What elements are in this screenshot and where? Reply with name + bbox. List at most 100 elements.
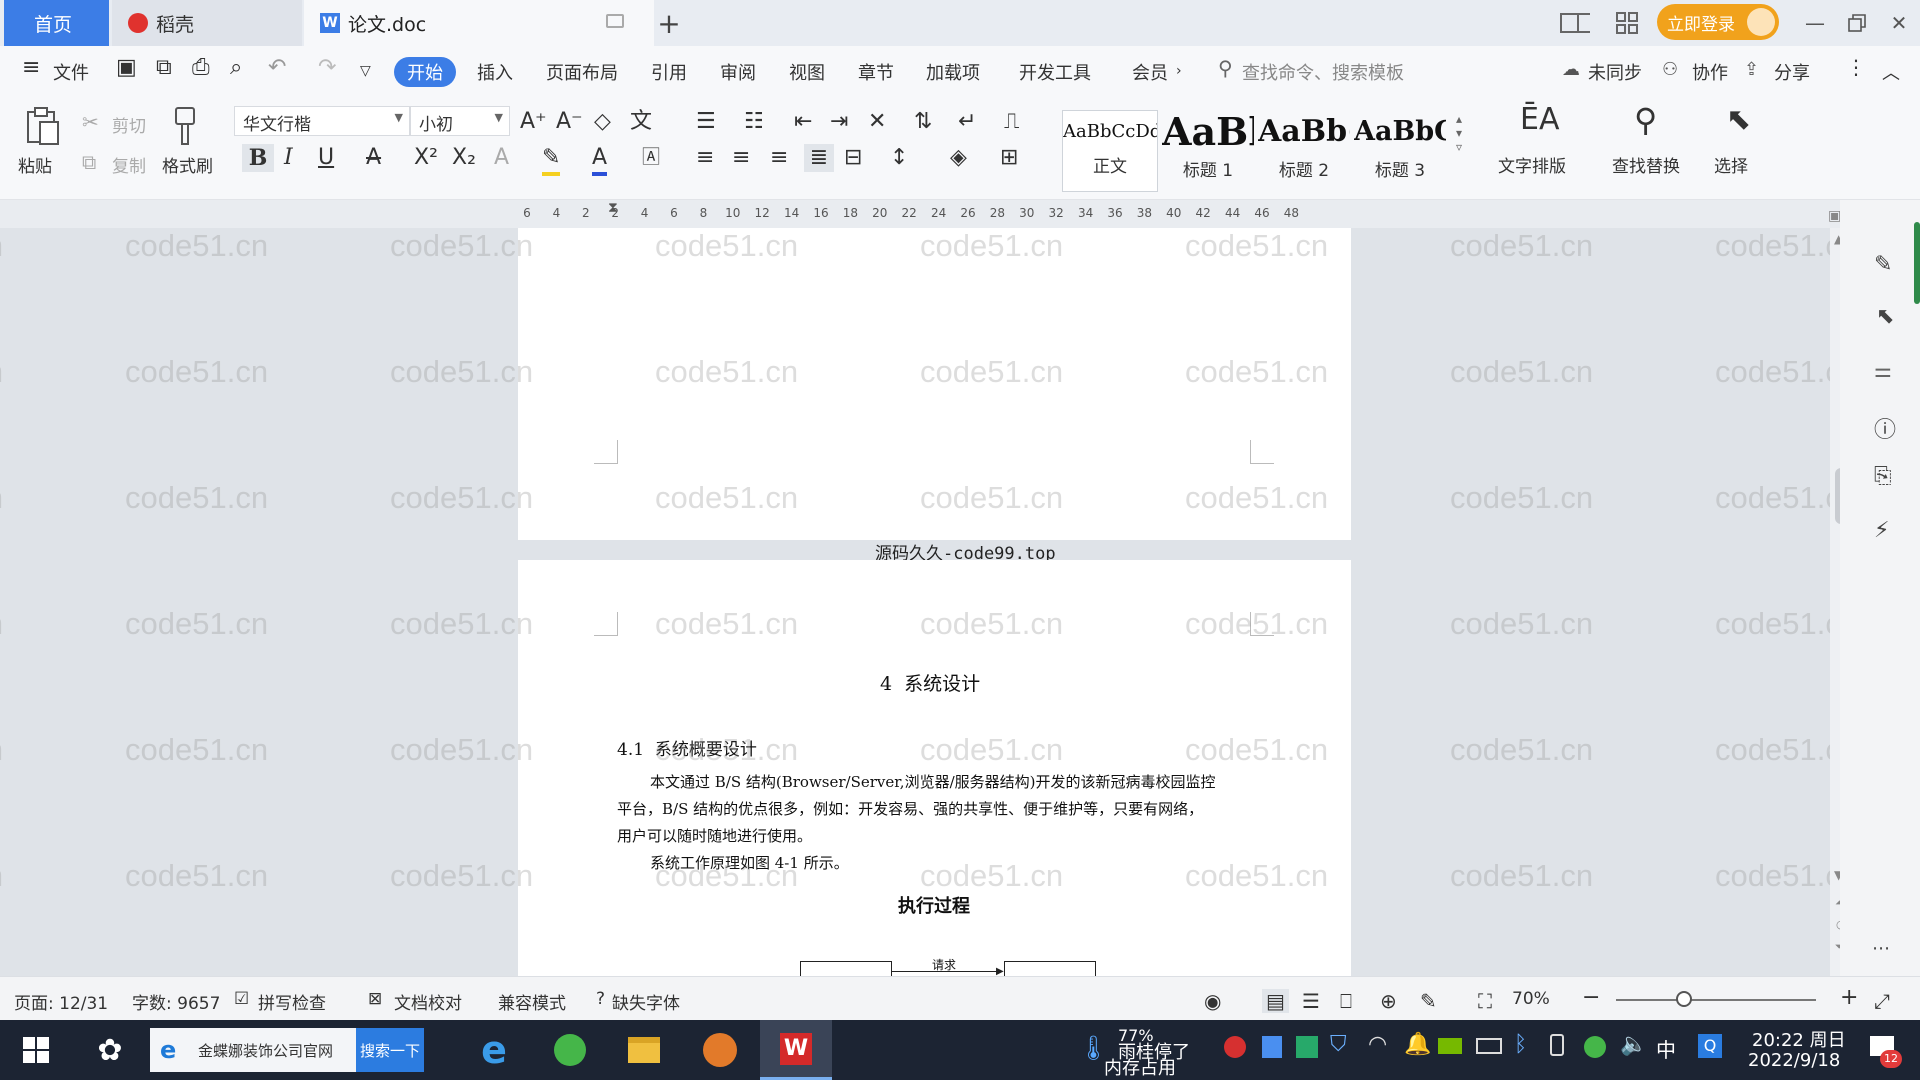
sync-status[interactable]: 未同步	[1588, 59, 1642, 85]
style-normal[interactable]: AaBbCcDd 正文	[1062, 110, 1158, 192]
text-layout-button[interactable]: 文字排版	[1498, 152, 1566, 177]
format-painter-label[interactable]: 格式刷	[162, 152, 213, 177]
font-size-combo[interactable]: 小初 ▼	[410, 106, 510, 136]
tray-green-icon[interactable]	[1584, 1036, 1606, 1058]
write-view-icon[interactable]: ✎	[1420, 989, 1437, 1013]
tray-app-icon[interactable]	[1296, 1036, 1318, 1058]
underline-button[interactable]: U	[318, 144, 334, 172]
performance-icon[interactable]: ⚡	[1874, 518, 1889, 543]
word-count[interactable]: 字数: 9657	[132, 989, 220, 1014]
chinese-layout-icon[interactable]: ✕	[868, 108, 886, 136]
restore-icon[interactable]	[1842, 8, 1872, 38]
font-color-icon[interactable]: A	[592, 144, 608, 176]
qq-icon[interactable]: Q	[1698, 1034, 1722, 1058]
print-preview-icon[interactable]: ⌕	[230, 55, 242, 80]
browser-search-button[interactable]: 搜索一下	[356, 1028, 424, 1072]
style-heading3[interactable]: AaBbC 标题 3	[1354, 110, 1446, 192]
login-button[interactable]: 立即登录	[1657, 4, 1779, 40]
undo-icon[interactable]: ↶	[268, 55, 286, 80]
menu-view[interactable]: 视图	[789, 59, 825, 85]
indent-marker-icon[interactable]: ⧗	[608, 200, 618, 216]
find-replace-icon[interactable]: ⚲	[1634, 104, 1657, 136]
adjust-icon[interactable]: ⚌	[1874, 358, 1892, 382]
redo-icon[interactable]: ↷	[318, 55, 336, 80]
outline-view-icon[interactable]: ☰	[1302, 989, 1320, 1013]
italic-button[interactable]: I	[284, 144, 293, 172]
paste-label[interactable]: 粘贴	[18, 152, 52, 177]
select-cursor-icon[interactable]: ⬉	[1726, 105, 1751, 135]
align-right-icon[interactable]: ≡	[770, 144, 788, 172]
ie-browser-icon[interactable]: e	[472, 1028, 516, 1072]
doc-check-button[interactable]: 文档校对	[394, 989, 462, 1014]
file-explorer-icon[interactable]	[622, 1028, 666, 1072]
style-heading2[interactable]: AaBb( 标题 2	[1258, 110, 1350, 192]
menu-references[interactable]: 引用	[651, 59, 687, 85]
phonetic-guide-icon[interactable]: 文	[630, 108, 652, 136]
save-icon[interactable]: ▣	[116, 55, 137, 80]
select-button[interactable]: 选择	[1714, 152, 1748, 177]
increase-indent-icon[interactable]: ⇥	[830, 108, 848, 136]
document-page-previous[interactable]	[518, 228, 1351, 540]
volume-icon[interactable]: 🔈	[1620, 1032, 1647, 1057]
decrease-indent-icon[interactable]: ⇤	[794, 108, 812, 136]
share-button[interactable]: 分享	[1774, 59, 1810, 85]
windows-start-icon[interactable]	[14, 1028, 58, 1072]
command-search-input[interactable]: 查找命令、搜索模板	[1242, 59, 1404, 85]
spell-check-button[interactable]: 拼写检查	[258, 989, 326, 1014]
screen-icon[interactable]	[606, 14, 624, 28]
menu-page-layout[interactable]: 页面布局	[546, 59, 618, 85]
export-icon[interactable]: ⧉	[156, 55, 172, 80]
tab-stops-icon[interactable]: ⎍	[1004, 108, 1019, 136]
text-layout-icon[interactable]: ĒA	[1520, 105, 1559, 135]
shield-icon[interactable]: ⛉	[1330, 1032, 1347, 1057]
subscript-button[interactable]: X₂	[452, 144, 476, 172]
menu-chapter[interactable]: 章节	[858, 59, 894, 85]
horizontal-ruler[interactable]: 6 4 2 2 4 6 8 10 12 14 16 18 20 22 24 26 28 30 32 34 36 38 40 4…	[0, 200, 1920, 228]
zoom-out-icon[interactable]: −	[1582, 985, 1600, 1010]
tray-app-icon[interactable]	[1262, 1036, 1282, 1058]
format-painter-icon[interactable]	[170, 106, 206, 146]
translate-icon[interactable]: ⎘	[1874, 464, 1892, 489]
tray-app-icon[interactable]	[1224, 1036, 1246, 1058]
grow-font-icon[interactable]: A⁺	[520, 108, 547, 136]
page-view-icon[interactable]: ▤	[1262, 989, 1289, 1013]
zoom-in-icon[interactable]: +	[1840, 985, 1858, 1010]
superscript-button[interactable]: X²	[414, 144, 438, 172]
close-icon[interactable]: ✕	[1884, 8, 1914, 38]
minimize-icon[interactable]: —	[1800, 8, 1830, 38]
document-canvas[interactable]: 源码久久-code99.top 4 系统设计 4.1 系统概要设计 本文通过 B…	[0, 228, 1840, 976]
apps-grid-icon[interactable]	[1612, 8, 1642, 38]
menu-file[interactable]: 文件	[53, 59, 89, 85]
chevron-right-icon[interactable]: ›	[1176, 63, 1182, 79]
paste-button[interactable]	[20, 106, 64, 146]
missing-font-button[interactable]: 缺失字体	[612, 989, 680, 1014]
menu-addins[interactable]: 加载项	[926, 59, 980, 85]
bullet-list-icon[interactable]: ☰	[696, 108, 716, 136]
bluetooth-icon[interactable]: ᛒ	[1514, 1032, 1527, 1057]
align-left-icon[interactable]: ≡	[696, 144, 714, 172]
zoom-slider[interactable]	[1616, 999, 1816, 1001]
more-dots-icon[interactable]: ⋯	[1872, 938, 1890, 959]
clear-format-icon[interactable]: ◇	[594, 108, 611, 136]
more-vertical-icon[interactable]: ⋮	[1846, 55, 1866, 79]
collapse-ribbon-icon[interactable]: ︿	[1882, 59, 1900, 85]
360-browser-icon[interactable]	[548, 1028, 592, 1072]
bold-button[interactable]: B	[242, 144, 274, 172]
wifi-icon[interactable]: ◠	[1368, 1032, 1387, 1057]
browser-search-box[interactable]: e 金蝶娜装饰公司官网	[150, 1028, 356, 1072]
layout-icon[interactable]	[1560, 8, 1590, 38]
distribute-icon[interactable]: ⊟	[844, 144, 862, 172]
collab-button[interactable]: 协作	[1692, 59, 1728, 85]
menu-start[interactable]: 开始	[394, 57, 456, 87]
eye-protect-icon[interactable]: ◉	[1204, 989, 1221, 1013]
new-tab-button[interactable]: +	[654, 7, 684, 40]
shrink-font-icon[interactable]: A⁻	[556, 108, 583, 136]
nvidia-icon[interactable]	[1438, 1038, 1462, 1054]
menu-member[interactable]: 会员	[1132, 59, 1168, 85]
cortana-icon[interactable]: ✿	[88, 1028, 132, 1072]
font-name-combo[interactable]: 华文行楷 ▼	[234, 106, 410, 136]
battery-icon[interactable]	[1476, 1038, 1502, 1054]
char-border-icon[interactable]: 🄰	[642, 144, 660, 172]
fullscreen-icon[interactable]: ⤢	[1874, 989, 1890, 1013]
text-effect-icon[interactable]: A	[494, 144, 509, 172]
